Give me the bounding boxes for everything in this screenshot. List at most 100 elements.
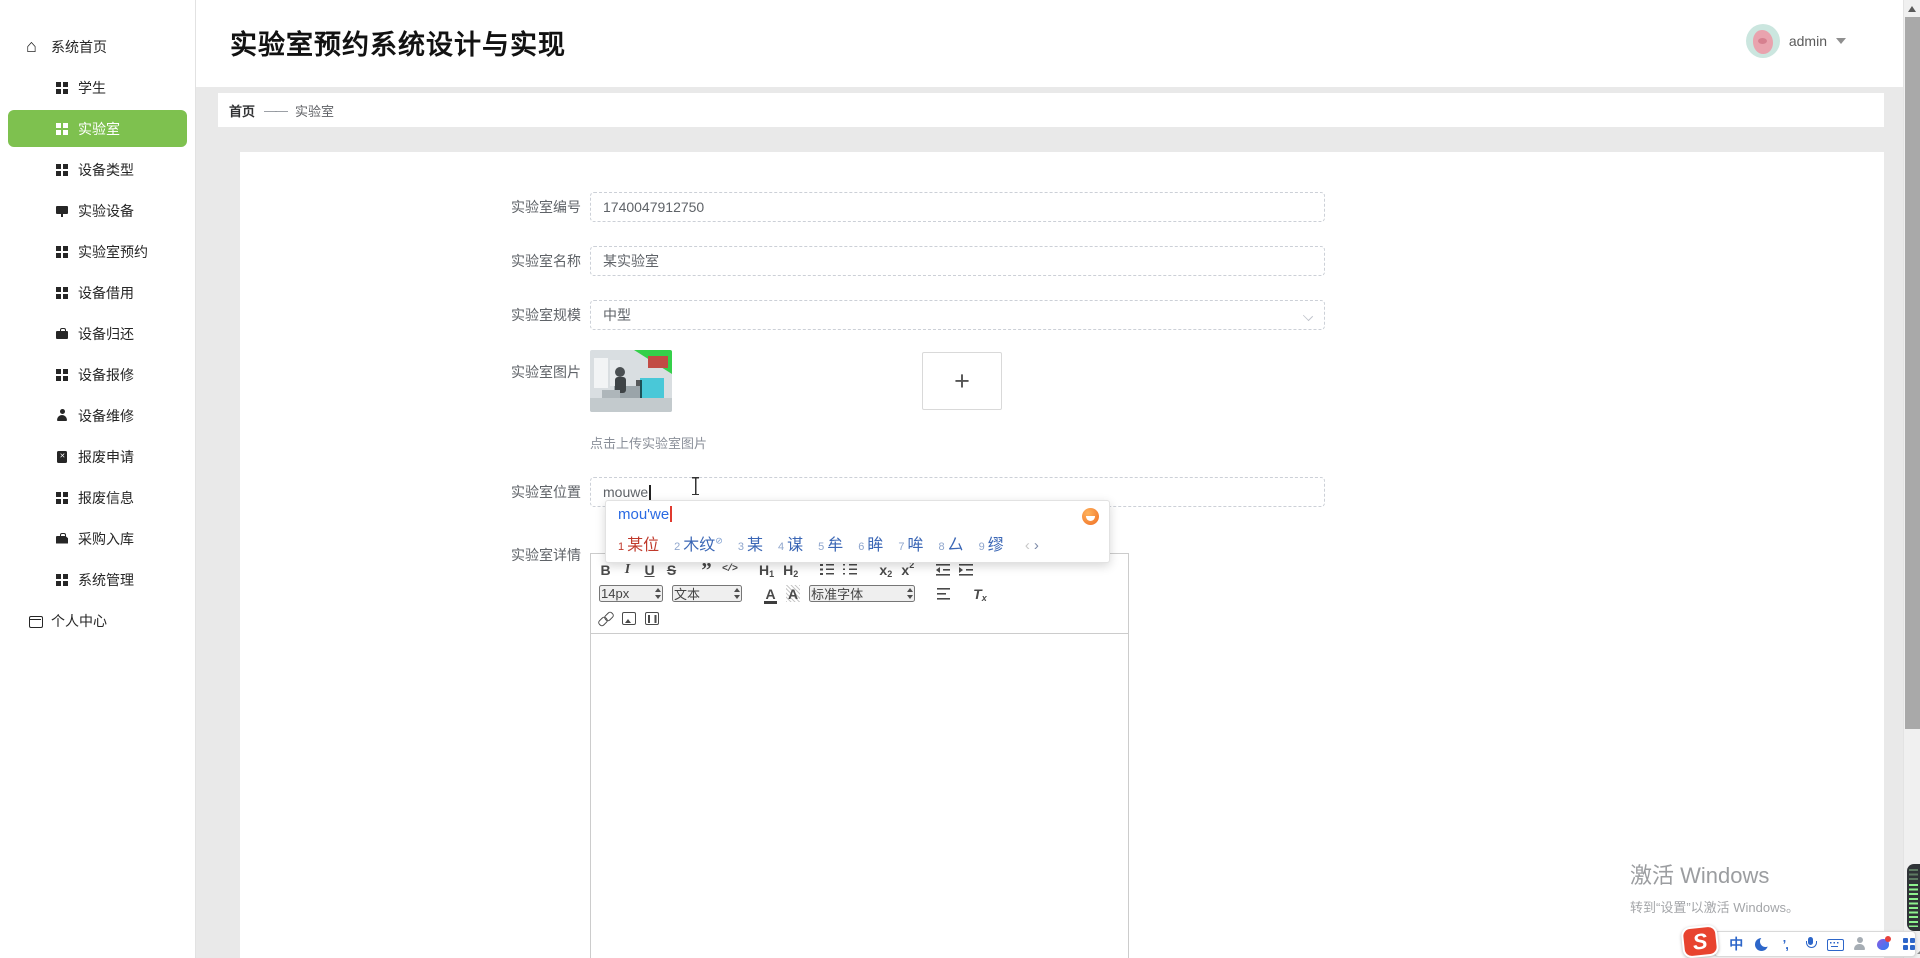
ime-emoji-icon[interactable] bbox=[1082, 508, 1099, 525]
ime-next-page-icon[interactable]: › bbox=[1034, 537, 1039, 554]
sidebar-item-label: 设备归还 bbox=[78, 324, 134, 344]
sogou-logo-icon[interactable]: S bbox=[1680, 924, 1719, 958]
strike-button[interactable]: S bbox=[665, 561, 678, 578]
sidebar-item-device-report[interactable]: 设备报修 bbox=[0, 354, 195, 395]
night-mode-icon[interactable] bbox=[1754, 936, 1769, 952]
ime-candidate[interactable]: 2木纹⊘ bbox=[674, 531, 723, 555]
chinese-mode-icon[interactable]: 中 bbox=[1729, 936, 1744, 952]
ime-candidate[interactable]: 3某 bbox=[738, 531, 763, 555]
editor-content-area[interactable] bbox=[590, 634, 1129, 958]
scrollbar-up-arrow[interactable] bbox=[1904, 0, 1920, 17]
toolbox-icon[interactable] bbox=[1901, 936, 1916, 952]
code-block-button[interactable]: </> bbox=[722, 561, 737, 578]
editor-toolbar: BIUS”</>H1H2x2x2 14px文本AA标准字体Tx bbox=[590, 553, 1129, 634]
align-button[interactable] bbox=[937, 585, 951, 602]
size-select-button[interactable]: 14px bbox=[599, 585, 663, 602]
sidebar-item-system-manage[interactable]: 系统管理 bbox=[0, 559, 195, 600]
list-ordered-icon bbox=[820, 563, 834, 576]
bag-icon bbox=[55, 532, 69, 546]
subscript-glyph: 2 bbox=[793, 570, 798, 578]
scrollbar-thumb[interactable] bbox=[1905, 17, 1920, 729]
grid-icon bbox=[55, 245, 69, 259]
ime-candidate[interactable]: 7哞 bbox=[898, 531, 923, 555]
sidebar-item-lab-devices[interactable]: 实验设备 bbox=[0, 190, 195, 231]
sidebar-item-personal-center[interactable]: 个人中心 bbox=[0, 600, 195, 641]
size-select-label: 14px bbox=[601, 586, 629, 601]
sidebar-item-device-types[interactable]: 设备类型 bbox=[0, 149, 195, 190]
vertical-scrollbar[interactable] bbox=[1903, 0, 1920, 958]
header-2-button[interactable]: H2 bbox=[783, 561, 798, 578]
superscript-button[interactable]: x2 bbox=[901, 561, 914, 578]
indent-button[interactable] bbox=[959, 561, 973, 578]
punctuation-icon[interactable]: ’, bbox=[1778, 936, 1793, 952]
sidebar-item-label: 实验设备 bbox=[78, 201, 134, 221]
breadcrumb-current: 实验室 bbox=[295, 101, 334, 120]
lab-image-thumbnail[interactable] bbox=[590, 350, 672, 412]
lab-scale-select[interactable]: 中型 bbox=[590, 300, 1325, 330]
ime-candidate[interactable]: 1某位 bbox=[618, 531, 659, 555]
italic-button[interactable]: I bbox=[621, 561, 634, 578]
subscript-glyph: x bbox=[982, 594, 987, 602]
lab-number-input[interactable]: 1740047912750 bbox=[590, 192, 1325, 222]
breadcrumb-home[interactable]: 首页 bbox=[229, 101, 255, 120]
ime-candidate[interactable]: 4谋 bbox=[778, 531, 803, 555]
bold-glyph: B bbox=[600, 562, 610, 578]
sidebar-item-scrap-info[interactable]: 报废信息 bbox=[0, 477, 195, 518]
ime-popup: mou'we 1某位2木纹⊘3某4谋5牟6眸7哞8厶9缪‹› bbox=[605, 500, 1110, 563]
blockquote-button[interactable]: ” bbox=[700, 561, 713, 578]
sidebar-item-label: 设备类型 bbox=[78, 160, 134, 180]
sidebar-item-labs[interactable]: 实验室 bbox=[8, 110, 187, 147]
sidebar-item-lab-reservation[interactable]: 实验室预约 bbox=[0, 231, 195, 272]
sidebar-item-device-maintain[interactable]: 设备维修 bbox=[0, 395, 195, 436]
ime-prev-page-icon[interactable]: ‹ bbox=[1025, 537, 1030, 554]
home-icon bbox=[28, 40, 42, 54]
sidebar-item-device-return[interactable]: 设备归还 bbox=[0, 313, 195, 354]
sidebar-item-students[interactable]: 学生 bbox=[0, 67, 195, 108]
lab-name-input[interactable]: 某实验室 bbox=[590, 246, 1325, 276]
list-ordered-button[interactable] bbox=[820, 561, 834, 578]
sidebar-item-home[interactable]: 系统首页 bbox=[0, 26, 195, 67]
candidate-number: 5 bbox=[818, 541, 824, 553]
breadcrumb: 首页 —— 实验室 bbox=[218, 93, 1884, 127]
color-glyph: A bbox=[765, 586, 775, 602]
style-select-button[interactable]: 文本 bbox=[672, 585, 742, 602]
windows-watermark: 激活 Windows 转到“设置”以激活 Windows。 bbox=[1630, 858, 1799, 916]
skin-icon[interactable] bbox=[1876, 936, 1891, 952]
font-select-button[interactable]: 标准字体 bbox=[809, 585, 915, 602]
link-button[interactable] bbox=[599, 610, 613, 627]
avatar[interactable] bbox=[1746, 24, 1780, 58]
toolbar-row-2: 14px 文本 AA 标准字体 Tx bbox=[599, 584, 1120, 603]
chevron-down-icon bbox=[1303, 311, 1313, 321]
sidebar-item-purchase-in[interactable]: 采购入库 bbox=[0, 518, 195, 559]
outdent-button[interactable] bbox=[936, 561, 950, 578]
video-button[interactable] bbox=[645, 610, 659, 627]
background-button[interactable]: A bbox=[786, 585, 800, 602]
style-select-label: 文本 bbox=[674, 584, 700, 603]
candidate-number: 9 bbox=[979, 541, 985, 553]
color-button[interactable]: A bbox=[764, 585, 777, 602]
keyboard-icon[interactable] bbox=[1827, 936, 1842, 952]
header-1-button[interactable]: H1 bbox=[759, 561, 774, 578]
bold-button[interactable]: B bbox=[599, 561, 612, 578]
ime-candidate[interactable]: 6眸 bbox=[858, 531, 883, 555]
field-label-lab-image: 实验室图片 bbox=[471, 357, 581, 387]
person-icon[interactable] bbox=[1852, 936, 1867, 952]
ime-candidate[interactable]: 8厶 bbox=[939, 531, 964, 555]
underline-button[interactable]: U bbox=[643, 561, 656, 578]
rich-text-editor: BIUS”</>H1H2x2x2 14px文本AA标准字体Tx bbox=[590, 553, 1129, 958]
select-arrows-icon bbox=[655, 588, 661, 599]
image-button[interactable] bbox=[622, 610, 636, 627]
ime-candidate[interactable]: 5牟 bbox=[818, 531, 843, 555]
ime-candidate[interactable]: 9缪 bbox=[979, 531, 1004, 555]
upload-plus-button[interactable]: + bbox=[922, 352, 1002, 410]
clipboard-icon bbox=[55, 450, 69, 464]
mic-icon[interactable] bbox=[1803, 936, 1818, 952]
clean-button[interactable]: Tx bbox=[973, 585, 987, 602]
field-label-lab-location: 实验室位置 bbox=[471, 477, 581, 507]
candidate-number: 8 bbox=[939, 541, 945, 553]
list-bullet-button[interactable] bbox=[843, 561, 857, 578]
subscript-button[interactable]: x2 bbox=[879, 561, 892, 578]
sidebar-item-device-borrow[interactable]: 设备借用 bbox=[0, 272, 195, 313]
sidebar-item-scrap-apply[interactable]: 报废申请 bbox=[0, 436, 195, 477]
user-menu[interactable]: admin bbox=[1746, 24, 1846, 58]
